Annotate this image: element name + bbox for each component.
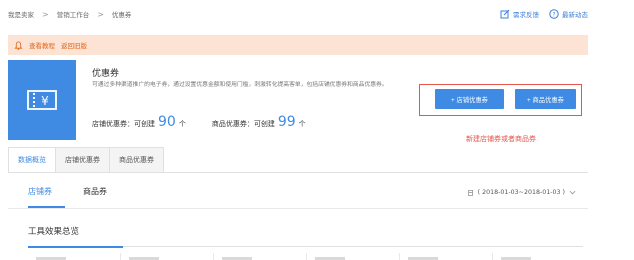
updates-label: 最新动态 (562, 11, 588, 19)
edit-icon (500, 9, 510, 19)
metric-column (307, 253, 400, 260)
goods-coupon-count: 99 (277, 114, 296, 130)
annotation-text: 新建店铺券或者商品券 (466, 135, 536, 143)
breadcrumb-separator: > (42, 9, 49, 19)
metric-column (493, 253, 586, 260)
section-divider (123, 246, 583, 247)
goods-coupon-stat-label: 商品优惠券：可创建 (211, 120, 275, 128)
new-shop-coupon-button[interactable]: + 店铺优惠券 (435, 89, 504, 109)
tab-data-overview[interactable]: 数据概览 (8, 147, 56, 173)
shop-coupon-stat-label: 店铺优惠券：可创建 (92, 120, 155, 128)
feedback-link[interactable]: 需求反馈 (500, 9, 539, 19)
feedback-label: 需求反馈 (513, 11, 539, 19)
chevron-down-icon (569, 190, 576, 195)
metric-column (28, 253, 121, 260)
metric-column (214, 253, 307, 260)
breadcrumb-item-marketing[interactable]: 营销工作台 (57, 9, 90, 19)
breadcrumb-item-seller[interactable]: 我是卖家 (8, 9, 34, 19)
tab-shop-coupon[interactable]: 店铺优惠券 (55, 147, 110, 173)
subtab-shop-coupon[interactable]: 店铺券 (28, 186, 52, 197)
coupon-stats: 店铺优惠券：可创建 90 个 商品优惠券：可创建 99 个 (92, 115, 306, 129)
svg-text:?: ? (552, 11, 555, 18)
breadcrumb-item-coupon: 优惠券 (111, 11, 132, 19)
tutorial-link[interactable]: 查看教程 (29, 40, 55, 50)
metric-columns (28, 253, 588, 260)
subtab-goods-coupon[interactable]: 商品券 (83, 186, 107, 197)
main-tabs: 数据概览 店铺优惠券 商品优惠券 (8, 147, 164, 173)
shop-coupon-count: 90 (158, 114, 176, 130)
new-goods-coupon-button[interactable]: + 商品优惠券 (515, 89, 576, 109)
svg-text:¥: ¥ (41, 94, 49, 108)
date-range-selector[interactable]: 日 ( 2018-01-03~2018-01-03 ) (467, 188, 576, 197)
coupon-description: 可通过多种渠道推广的电子券，通过设置优惠金额和使用门槛，刺激转化提高客单，包括店… (92, 82, 388, 88)
tabs-divider (8, 172, 588, 173)
topbar-links: 需求反馈 ? 最新动态 (500, 9, 588, 19)
breadcrumb: 我是卖家 > 营销工作台 > 优惠券 需求反馈 ? 最新动态 (8, 0, 588, 28)
section-title: 工具效果总览 (28, 227, 80, 237)
goods-coupon-unit: 个 (298, 120, 306, 128)
date-range-prefix: 日 (467, 190, 474, 197)
metric-column (400, 253, 493, 260)
question-icon: ? (549, 9, 559, 19)
breadcrumb-separator: > (97, 9, 104, 19)
bell-icon (14, 40, 23, 50)
subtab-divider (8, 208, 588, 209)
tool-effect-overview: 工具效果总览 (8, 213, 588, 260)
coupon-title: 优惠券 (92, 69, 120, 79)
ticket-yen-icon: ¥ (27, 90, 57, 110)
coupon-logo: ¥ (8, 60, 76, 140)
section-active-indicator (28, 246, 123, 248)
date-range-value: ( 2018-01-03~2018-01-03 ) (477, 189, 565, 196)
shop-coupon-unit: 个 (178, 120, 186, 128)
back-to-old-link[interactable]: 返回旧版 (61, 40, 87, 50)
notice-bar: 查看教程 返回旧版 (8, 35, 588, 55)
updates-link[interactable]: ? 最新动态 (549, 9, 588, 19)
metric-column (121, 253, 214, 260)
subtab-row: 店铺券 商品券 日 ( 2018-01-03~2018-01-03 ) (8, 180, 588, 208)
tab-goods-coupon[interactable]: 商品优惠券 (109, 147, 164, 173)
